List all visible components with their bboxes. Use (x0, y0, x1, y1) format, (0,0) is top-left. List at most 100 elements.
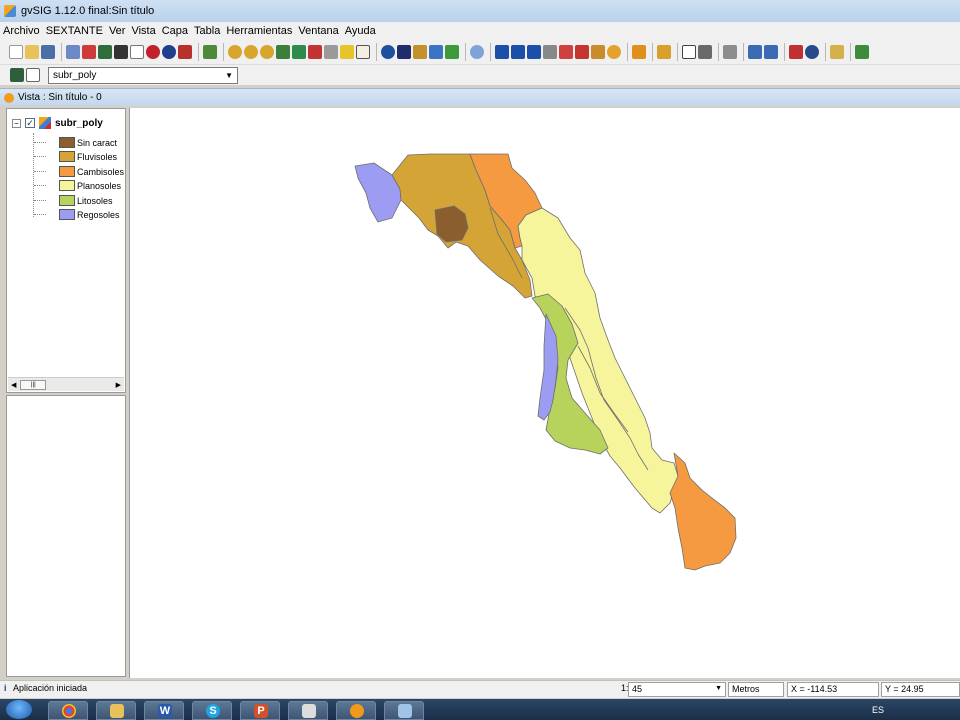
clear-selection-icon[interactable] (575, 44, 589, 59)
taskbar-word[interactable]: W (144, 701, 184, 720)
select-by-point-icon[interactable] (591, 44, 605, 59)
history-icon[interactable] (98, 44, 112, 59)
brush-icon[interactable] (178, 44, 192, 59)
menu-ver[interactable]: Ver (109, 25, 126, 37)
invert-selection-icon[interactable] (559, 44, 573, 59)
menu-sextante[interactable]: SEXTANTE (46, 25, 103, 37)
command-line-icon[interactable] (114, 44, 128, 59)
legend-swatch (59, 151, 75, 162)
full-extent-icon[interactable] (276, 44, 290, 59)
select-pointer-icon[interactable] (495, 44, 509, 59)
select-rect-icon[interactable] (511, 44, 525, 59)
background-window-ghost (565, 3, 675, 17)
sextante-toolbox-icon[interactable] (66, 44, 80, 59)
taskbar-powerpoint[interactable]: P (240, 701, 280, 720)
zoom-find-icon[interactable] (764, 44, 778, 59)
graphics-icon[interactable] (445, 44, 459, 59)
legend-item-regosoles: Regosoles (59, 208, 120, 221)
layer-dropdown[interactable]: subr_poly ▼ (48, 66, 238, 84)
layer-refresh-icon[interactable] (203, 44, 217, 59)
frame-icon[interactable] (789, 44, 803, 59)
find-icon[interactable] (748, 44, 762, 59)
layer-dropdown-value: subr_poly (53, 69, 97, 81)
menu-ayuda[interactable]: Ayuda (345, 25, 376, 37)
locator-map-panel (6, 395, 126, 677)
legend-item-sin-caract: Sin caract (59, 136, 117, 149)
geoprocess-icon[interactable] (723, 44, 737, 59)
title-bar: gvSIG 1.12.0 final:Sin título (0, 0, 960, 22)
pan-hand-icon[interactable] (356, 44, 370, 59)
toc-horizontal-scrollbar[interactable]: ◀ ||| ▶ (8, 377, 124, 391)
status-bar: i Aplicación iniciada 1: 45 ▼ Metros X =… (0, 680, 960, 698)
menu-herramientas[interactable]: Herramientas (226, 25, 292, 37)
taskbar-skype[interactable]: S (192, 701, 232, 720)
filter-icon[interactable] (632, 44, 646, 59)
zoom-layer-icon[interactable] (292, 44, 306, 59)
taskbar-app[interactable] (288, 701, 328, 720)
locator-icon[interactable] (470, 44, 484, 59)
x-coordinate: X = -114.53 (787, 682, 879, 697)
hyperlink-icon[interactable] (429, 44, 443, 59)
y-coordinate: Y = 24.95 (881, 682, 960, 697)
legend-swatch (59, 209, 75, 220)
map-canvas[interactable] (129, 108, 960, 678)
previous-extent-icon[interactable] (324, 44, 338, 59)
stop-icon[interactable] (146, 44, 160, 59)
scroll-right-icon[interactable]: ▶ (116, 381, 121, 389)
select-layer-icon[interactable] (543, 44, 557, 59)
export-icon[interactable] (855, 44, 869, 59)
folder-icon (110, 704, 124, 718)
zoom-select-icon[interactable] (260, 44, 274, 59)
attribute-table-icon[interactable] (26, 68, 40, 82)
edit-form-icon[interactable] (130, 44, 144, 59)
taskbar-chrome[interactable] (48, 701, 88, 720)
select-polygon-icon[interactable] (527, 44, 541, 59)
app-icon (302, 704, 316, 718)
measure-distance-icon[interactable] (397, 44, 411, 59)
tools-icon[interactable] (698, 44, 712, 59)
view-window-header: Vista : Sin título - 0 (0, 88, 960, 106)
edit-icon[interactable] (830, 44, 844, 59)
layer-visibility-checkbox[interactable]: ✓ (25, 118, 35, 128)
zoom-selection-icon[interactable] (308, 44, 322, 59)
legend-item-cambisoles: Cambisoles (59, 165, 124, 178)
layout-icon[interactable] (682, 44, 696, 59)
menu-bar: Archivo SEXTANTE Ver Vista Capa Tabla He… (0, 22, 960, 39)
scale-input[interactable]: 45 ▼ (628, 682, 726, 697)
scroll-thumb[interactable]: ||| (20, 379, 47, 390)
taskbar-gvsig[interactable] (336, 701, 376, 720)
polygon-cambisoles-south (669, 452, 737, 571)
zoom-in-icon[interactable] (228, 44, 242, 59)
select-circle-icon[interactable] (607, 44, 621, 59)
save-icon[interactable] (41, 44, 55, 59)
edit-layer-icon[interactable] (10, 68, 24, 82)
scroll-left-icon[interactable]: ◀ (11, 381, 16, 389)
start-button[interactable] (6, 700, 32, 719)
view-title: Vista : Sin título - 0 (18, 92, 102, 103)
menu-tabla[interactable]: Tabla (194, 25, 220, 37)
toc-layer-row[interactable]: − ✓ subr_poly (12, 117, 103, 129)
menu-vista[interactable]: Vista (131, 25, 155, 37)
info-icon[interactable] (381, 44, 395, 59)
legend-swatch (59, 195, 75, 206)
new-file-icon[interactable] (9, 44, 23, 59)
menu-archivo[interactable]: Archivo (3, 25, 40, 37)
collapse-icon[interactable]: − (12, 118, 21, 128)
magnifier-icon[interactable] (805, 44, 819, 59)
table-icon[interactable] (657, 44, 671, 59)
open-folder-icon[interactable] (25, 44, 39, 59)
measure-area-icon[interactable] (413, 44, 427, 59)
layer-toolbar: subr_poly ▼ (0, 65, 960, 85)
powerpoint-icon: P (254, 704, 268, 718)
menu-ventana[interactable]: Ventana (298, 25, 338, 37)
legend-swatch (59, 166, 75, 177)
add-layer-icon[interactable] (340, 44, 354, 59)
language-indicator[interactable]: ES (872, 705, 884, 715)
menu-capa[interactable]: Capa (162, 25, 188, 37)
layer-icon (39, 117, 51, 129)
model-icon[interactable] (82, 44, 96, 59)
taskbar-explorer[interactable] (96, 701, 136, 720)
taskbar-notes[interactable] (384, 701, 424, 720)
zoom-out-icon[interactable] (244, 44, 258, 59)
info-circle-icon[interactable] (162, 44, 176, 59)
